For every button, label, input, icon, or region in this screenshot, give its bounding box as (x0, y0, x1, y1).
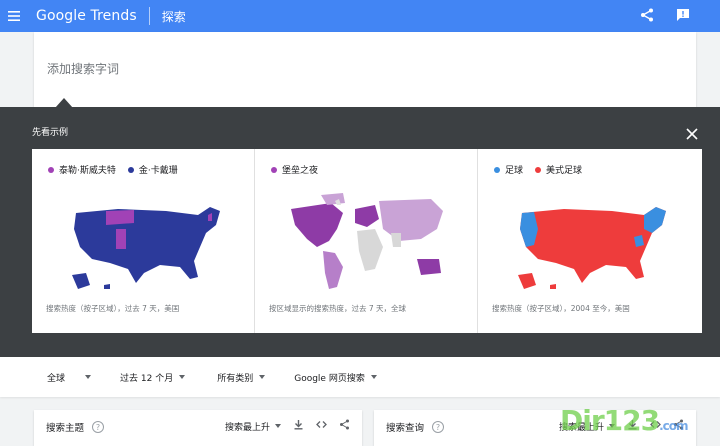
help-icon[interactable]: ? (432, 421, 445, 433)
legend: 足球 美式足球 (494, 163, 582, 176)
chevron-down-icon (259, 375, 266, 379)
download-button[interactable] (293, 419, 304, 433)
panel-tools: 搜索最上升 (225, 419, 350, 433)
search-card (34, 32, 696, 108)
share-icon (340, 419, 349, 430)
category-filter[interactable]: 所有类别 (217, 371, 266, 384)
chevron-down-icon (85, 375, 92, 379)
examples-title: 先看示例 (32, 128, 69, 138)
legend: 堡垒之夜 (271, 163, 318, 176)
chevron-down-icon (370, 375, 377, 379)
page: Google Trends 探索 先看示例 泰勒·斯威夫特 (0, 0, 720, 446)
sort-dropdown[interactable]: 搜索最上升 (225, 420, 281, 433)
download-icon (294, 420, 303, 430)
example-caption: 搜索热度（按子区域），过去 7 天，美国 (46, 304, 180, 313)
region-filter[interactable]: 全球 (47, 371, 92, 384)
us-map-graphic (72, 207, 220, 289)
close-icon (686, 128, 698, 140)
close-examples-button[interactable] (686, 125, 700, 140)
example-caption: 搜索热度（按子区域），2004 至今，美国 (492, 304, 630, 313)
share-icon (641, 8, 653, 21)
chevron-down-icon (179, 375, 186, 379)
legend-dot (127, 166, 134, 173)
watermark-logo: Dir123.com (560, 404, 689, 437)
legend-item: 泰勒·斯威夫特 (48, 163, 116, 176)
search-type-filter[interactable]: Google 网页搜索 (294, 371, 377, 384)
examples-pointer (55, 98, 73, 108)
hamburger-icon (8, 11, 20, 21)
feedback-button[interactable] (676, 7, 690, 26)
legend-dot (494, 166, 500, 173)
panel-share-button[interactable] (339, 419, 350, 433)
embed-button[interactable] (316, 419, 327, 433)
legend: 泰勒·斯威夫特 金·卡戴珊 (48, 163, 178, 176)
legend-dot (535, 166, 542, 173)
help-icon[interactable]: ? (92, 421, 105, 433)
chevron-down-icon (275, 424, 281, 428)
time-filter[interactable]: 过去 12 个月 (120, 371, 186, 384)
world-map (271, 189, 463, 299)
legend-item: 足球 (494, 163, 523, 176)
menu-button[interactable] (0, 0, 28, 32)
legend-item: 金·卡戴珊 (127, 163, 178, 176)
example-caption: 按区域显示的搜索热度，过去 7 天，全球 (269, 304, 407, 313)
legend-item: 美式足球 (535, 163, 582, 176)
code-icon (316, 421, 327, 428)
top-actions (640, 0, 690, 32)
legend-dot (271, 166, 277, 173)
brand-logo[interactable]: Google Trends (36, 8, 137, 24)
feedback-icon (677, 8, 689, 21)
legend-item: 堡垒之夜 (271, 163, 318, 176)
legend-dot (48, 166, 54, 173)
panel-title: 搜索查询 ? (386, 420, 445, 434)
title-divider (148, 7, 150, 25)
filter-bar: 全球 过去 12 个月 所有类别 Google 网页搜索 (0, 357, 720, 397)
panel-title: 搜索主题 ? (46, 420, 105, 434)
related-topics-panel: 搜索主题 ? 搜索最上升 (34, 410, 362, 446)
search-input[interactable] (47, 62, 607, 76)
world-map-graphic (291, 193, 443, 289)
example-card-3[interactable]: 足球 美式足球 搜索热度（按子区域），2004 至今，美国 (478, 149, 701, 333)
us-map-football (494, 189, 686, 299)
example-cards: 泰勒·斯威夫特 金·卡戴珊 搜索热度（按子区域），过去 7 天，美国 堡垒之夜 … (32, 149, 702, 333)
search-area (0, 32, 720, 108)
example-card-2[interactable]: 堡垒之夜 按区域显示的搜索热度，过去 7 天，全球 (255, 149, 478, 333)
us-map (48, 189, 240, 299)
page-title: 探索 (161, 9, 186, 24)
share-button[interactable] (640, 7, 654, 26)
us-map-football-graphic (518, 207, 666, 289)
example-card-1[interactable]: 泰勒·斯威夫特 金·卡戴珊 搜索热度（按子区域），过去 7 天，美国 (32, 149, 255, 333)
top-app-bar: Google Trends 探索 (0, 0, 720, 32)
examples-panel: 先看示例 泰勒·斯威夫特 金·卡戴珊 搜索热度（按子区域），过去 7 天，美国 … (0, 107, 720, 357)
